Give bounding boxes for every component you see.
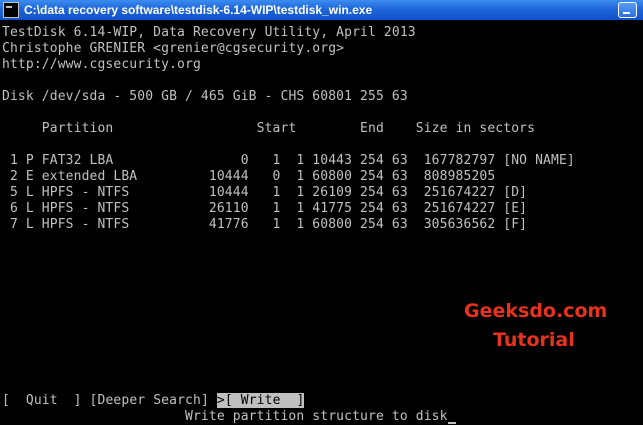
partition-row[interactable]: 1 P FAT32 LBA 0 1 1 10443 254 63 1677827… <box>2 153 575 169</box>
partition-row[interactable]: 7 L HPFS - NTFS 41776 1 1 60800 254 63 3… <box>2 217 527 233</box>
minimize-button[interactable] <box>618 2 637 18</box>
app-version-line: TestDisk 6.14-WIP, Data Recovery Utility… <box>2 25 416 40</box>
menu-hint-text: Write partition structure to disk <box>185 409 448 424</box>
watermark-tagline: Tutorial <box>493 329 575 351</box>
write-button[interactable]: >[ Write ] <box>216 393 305 408</box>
quit-button[interactable]: [ Quit ] <box>2 393 82 408</box>
deeper-search-button[interactable]: [Deeper Search] <box>90 393 209 408</box>
website-line: http://www.cgsecurity.org <box>2 57 201 72</box>
author-line: Christophe GRENIER <grenier@cgsecurity.o… <box>2 41 345 56</box>
partition-row[interactable]: 5 L HPFS - NTFS 10444 1 1 26109 254 63 2… <box>2 185 527 201</box>
window-titlebar[interactable]: C:\data recovery software\testdisk-6.14-… <box>0 0 643 20</box>
console-area[interactable]: TestDisk 6.14-WIP, Data Recovery Utility… <box>0 20 643 424</box>
partition-table-header: Partition Start End Size in sectors <box>2 121 536 136</box>
console-app-icon <box>3 2 19 18</box>
menu-hint-line: Write partition structure to disk <box>185 409 456 425</box>
bottom-menu: [ Quit ] [Deeper Search] >[ Write ] <box>2 393 305 409</box>
watermark-site: Geeksdo.com <box>464 300 608 322</box>
partition-row[interactable]: 6 L HPFS - NTFS 26110 1 1 41775 254 63 2… <box>2 201 527 217</box>
partition-row[interactable]: 2 E extended LBA 10444 0 1 60800 254 63 … <box>2 169 495 185</box>
window-title: C:\data recovery software\testdisk-6.14-… <box>24 3 373 17</box>
disk-info-line: Disk /dev/sda - 500 GB / 465 GiB - CHS 6… <box>2 89 408 104</box>
